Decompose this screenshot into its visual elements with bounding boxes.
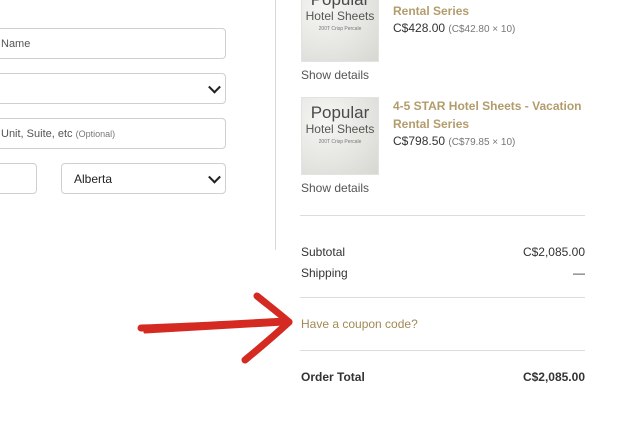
annotation-arrow-icon bbox=[137, 292, 293, 364]
